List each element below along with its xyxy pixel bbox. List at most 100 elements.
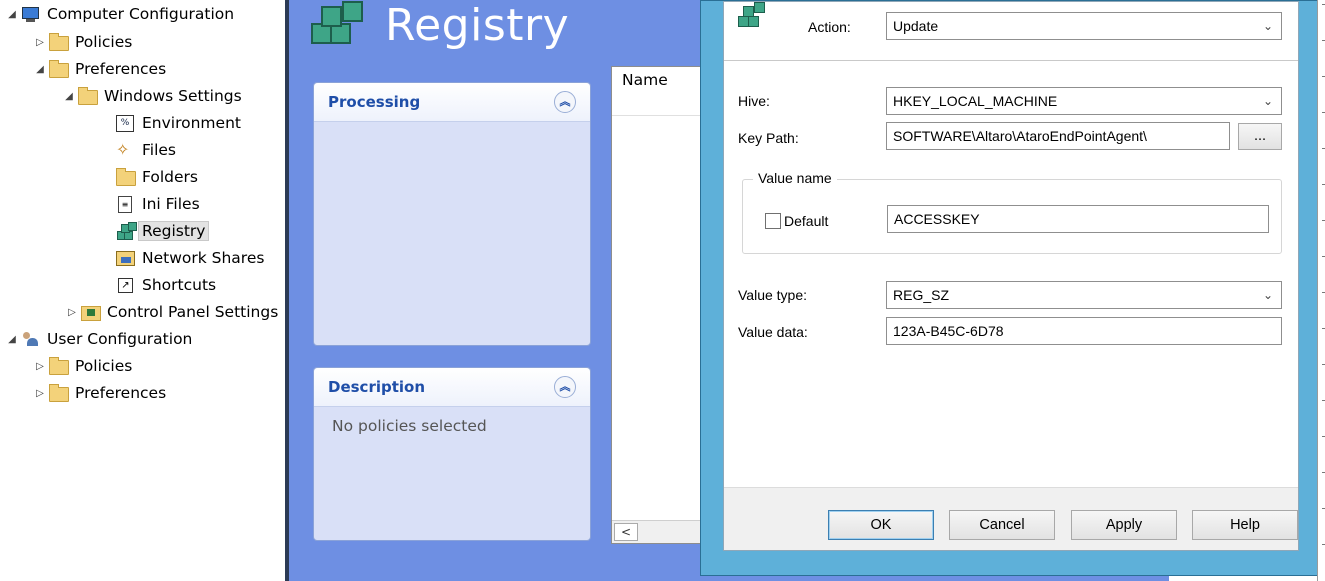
hive-value: HKEY_LOCAL_MACHINE — [893, 93, 1058, 109]
default-label: Default — [784, 213, 829, 229]
tree-item-label: Policies — [75, 357, 133, 375]
control-panel-icon — [80, 303, 101, 321]
environment-icon: % — [115, 114, 135, 132]
divider — [724, 60, 1298, 61]
tree-item-label: Computer Configuration — [47, 5, 235, 23]
tree-item-user-policies[interactable]: ▷ Policies — [32, 354, 132, 378]
registry-large-icon — [311, 0, 367, 51]
ini-file-icon: ≡ — [115, 195, 135, 213]
tree-item-computer-configuration[interactable]: ◢ Computer Configuration — [4, 2, 234, 26]
value-type-combo[interactable]: REG_SZ ⌄ — [886, 281, 1282, 309]
dialog-content: Action: Update ⌄ Hive: HKEY_LOCAL_MACHIN… — [723, 1, 1299, 551]
tree-item-network-shares[interactable]: Network Shares — [115, 246, 264, 270]
hive-label: Hive: — [738, 93, 770, 109]
expand-open-icon[interactable]: ◢ — [61, 91, 77, 102]
computer-icon — [20, 5, 40, 23]
apply-button[interactable]: Apply — [1071, 510, 1177, 540]
expand-closed-icon[interactable]: ▷ — [32, 37, 48, 48]
ok-button[interactable]: OK — [828, 510, 934, 540]
processing-panel: Processing ︽ — [313, 82, 591, 346]
page-title: Registry — [385, 0, 570, 51]
expand-closed-icon[interactable]: ▷ — [64, 307, 80, 318]
description-panel: Description ︽ No policies selected — [313, 367, 591, 541]
tree-item-user-configuration[interactable]: ◢ User Configuration — [4, 327, 192, 351]
tree-item-windows-settings[interactable]: ◢ Windows Settings — [61, 84, 242, 108]
tree-item-label: Environment — [142, 114, 241, 132]
background-window-edge — [1317, 0, 1325, 581]
value-name-group: Value name Default ACCESSKEY — [742, 170, 1282, 254]
key-path-label: Key Path: — [738, 130, 799, 146]
collapse-icon[interactable]: ︽ — [554, 376, 576, 398]
tree-item-registry[interactable]: Registry — [115, 219, 210, 243]
folders-icon — [115, 168, 136, 186]
default-checkbox[interactable] — [765, 213, 781, 229]
processing-title: Processing — [328, 93, 421, 111]
description-text: No policies selected — [332, 417, 487, 435]
tree-item-label: Policies — [75, 33, 133, 51]
folder-icon — [48, 357, 69, 375]
registry-properties-dialog: Action: Update ⌄ Hive: HKEY_LOCAL_MACHIN… — [700, 0, 1319, 576]
page-header: Registry — [311, 0, 569, 60]
tree-item-control-panel-settings[interactable]: ▷ Control Panel Settings — [64, 300, 278, 324]
tree-item-folders[interactable]: Folders — [115, 165, 198, 189]
console-tree: ◢ Computer Configuration ▷ Policies ◢ Pr… — [0, 0, 283, 581]
files-icon: ✧ — [116, 140, 130, 159]
folder-icon — [48, 60, 69, 78]
value-type-label: Value type: — [738, 287, 808, 303]
registry-icon — [115, 222, 137, 240]
tree-item-label: Windows Settings — [104, 87, 242, 105]
folder-icon — [48, 33, 69, 51]
value-name-group-label: Value name — [753, 170, 837, 186]
folder-icon — [48, 384, 69, 402]
tree-item-label: Ini Files — [142, 195, 200, 213]
action-combo[interactable]: Update ⌄ — [886, 12, 1282, 40]
folder-icon — [77, 87, 98, 105]
tree-item-policies[interactable]: ▷ Policies — [32, 30, 132, 54]
value-data-label: Value data: — [738, 324, 808, 340]
scroll-left-icon[interactable]: < — [614, 523, 638, 541]
tree-item-label: Registry — [138, 221, 210, 241]
expand-open-icon[interactable]: ◢ — [4, 334, 20, 345]
tree-item-label: Folders — [142, 168, 198, 186]
action-label: Action: — [808, 19, 851, 35]
tree-item-label: Shortcuts — [142, 276, 217, 294]
value-type-value: REG_SZ — [893, 287, 950, 303]
expand-closed-icon[interactable]: ▷ — [32, 361, 48, 372]
tree-item-label: Preferences — [75, 384, 167, 402]
action-value: Update — [893, 18, 939, 34]
chevron-down-icon: ⌄ — [1262, 94, 1273, 108]
tree-item-preferences[interactable]: ◢ Preferences — [32, 57, 166, 81]
column-header-name[interactable]: Name — [612, 67, 712, 116]
help-button[interactable]: Help — [1192, 510, 1298, 540]
description-title: Description — [328, 378, 426, 396]
description-header: Description ︽ — [314, 368, 590, 407]
tree-item-label: Files — [142, 141, 177, 159]
browse-button[interactable]: ... — [1238, 123, 1282, 150]
horizontal-scrollbar[interactable]: < — [612, 520, 712, 543]
processing-header: Processing ︽ — [314, 83, 590, 122]
registry-icon — [738, 2, 768, 32]
tree-item-shortcuts[interactable]: ↗ Shortcuts — [115, 273, 216, 297]
tree-item-files[interactable]: ✧ Files — [115, 138, 176, 162]
value-name-input[interactable]: ACCESSKEY — [887, 205, 1269, 233]
value-data-input[interactable]: 123A-B45C-6D78 — [886, 317, 1282, 345]
expand-open-icon[interactable]: ◢ — [32, 64, 48, 75]
tree-item-user-preferences[interactable]: ▷ Preferences — [32, 381, 166, 405]
hive-combo[interactable]: HKEY_LOCAL_MACHINE ⌄ — [886, 87, 1282, 115]
tree-item-label: Network Shares — [142, 249, 265, 267]
users-icon — [20, 330, 40, 348]
key-path-input[interactable]: SOFTWARE\Altaro\AtaroEndPointAgent\ — [886, 122, 1230, 150]
tree-item-environment[interactable]: % Environment — [115, 111, 241, 135]
expand-closed-icon[interactable]: ▷ — [32, 388, 48, 399]
chevron-down-icon: ⌄ — [1262, 19, 1273, 33]
collapse-icon[interactable]: ︽ — [554, 91, 576, 113]
items-listview[interactable]: Name < — [611, 66, 713, 544]
dialog-footer: OK Cancel Apply Help — [724, 487, 1298, 550]
shortcut-icon: ↗ — [115, 276, 135, 294]
tree-item-label: Preferences — [75, 60, 167, 78]
tree-item-ini-files[interactable]: ≡ Ini Files — [115, 192, 200, 216]
cancel-button[interactable]: Cancel — [949, 510, 1055, 540]
chevron-down-icon: ⌄ — [1262, 288, 1273, 302]
tree-item-label: User Configuration — [47, 330, 193, 348]
expand-open-icon[interactable]: ◢ — [4, 9, 20, 20]
